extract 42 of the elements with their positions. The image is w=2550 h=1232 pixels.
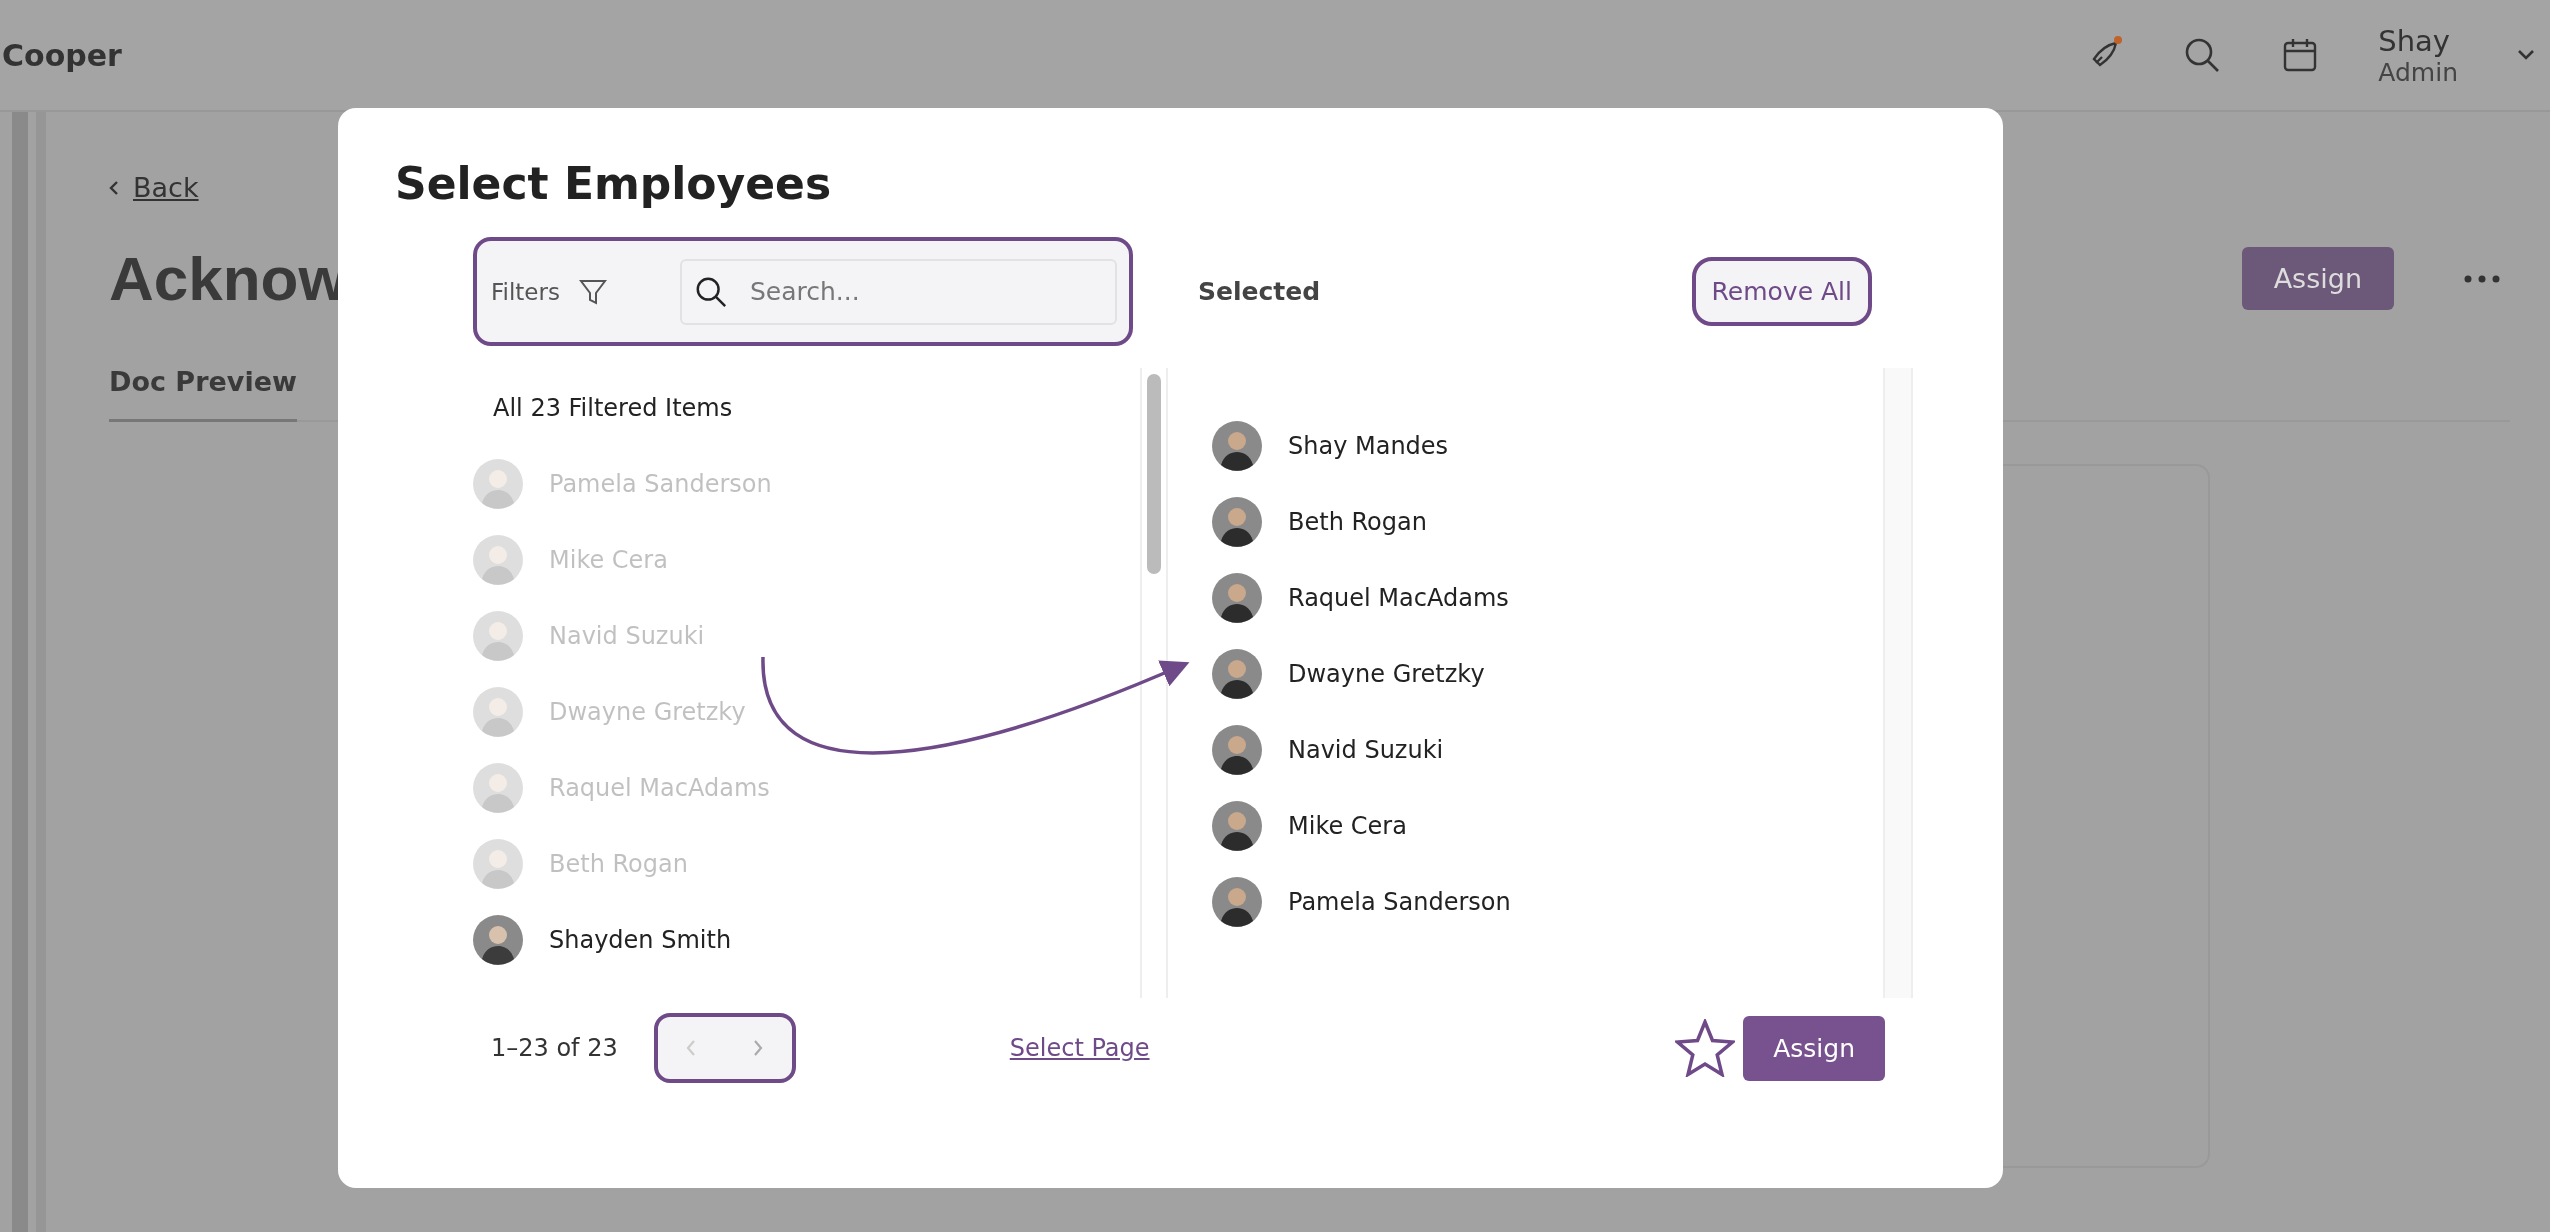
page-range: 1–23 of 23: [490, 1034, 618, 1062]
remove-all-button[interactable]: Remove All: [1691, 257, 1872, 326]
avatar-icon: [473, 611, 523, 661]
employee-name[interactable]: Mike Cera: [1288, 812, 1407, 840]
avatar-icon: [1212, 573, 1262, 623]
tab[interactable]: Doc Preview: [109, 366, 297, 422]
brand-name: Cooper: [1, 37, 122, 73]
assign-button[interactable]: Assign: [1743, 1015, 1885, 1081]
modal-title: Select Employees: [395, 158, 833, 209]
chevron-left-icon: [109, 179, 119, 196]
avatar-icon: [473, 839, 523, 889]
avatar-icon: [473, 763, 523, 813]
page-title: Acknow: [109, 243, 347, 314]
more-icon[interactable]: [2464, 274, 2500, 283]
avatar-icon: [1212, 497, 1262, 547]
filters-label[interactable]: Filters: [491, 278, 560, 305]
user-name[interactable]: Shay: [2378, 23, 2458, 58]
search-field[interactable]: Search...: [679, 258, 1117, 325]
employee-name[interactable]: Raquel MacAdams: [1288, 584, 1509, 612]
employee-name[interactable]: Shayden Smith: [549, 926, 732, 954]
avatar-icon: [1212, 801, 1262, 851]
chevron-down-icon[interactable]: [2516, 48, 2536, 62]
list-heading: All 23 Filtered Items: [492, 393, 734, 424]
avatar-icon: [473, 915, 523, 965]
avatar-icon: [1212, 421, 1262, 471]
star-icon: [1675, 1019, 1736, 1077]
employee-name[interactable]: Shay Mandes: [1288, 432, 1449, 460]
employee-name[interactable]: Navid Suzuki: [1288, 736, 1444, 764]
avatar-icon: [473, 459, 523, 509]
avatar-icon: [1212, 649, 1262, 699]
avatar-icon: [1212, 877, 1262, 927]
select-page-link[interactable]: Select Page: [1009, 1034, 1150, 1062]
employee-name[interactable]: Beth Rogan: [1288, 508, 1427, 536]
user-role: Admin: [2378, 57, 2458, 87]
employee-name[interactable]: Pamela Sanderson: [1288, 888, 1511, 916]
avatar-icon: [1212, 725, 1262, 775]
avatar-icon: [473, 535, 523, 585]
back-link[interactable]: Back: [133, 172, 199, 203]
avatar-icon: [473, 687, 523, 737]
assign-button[interactable]: Assign: [2241, 247, 2394, 310]
selected-heading: Selected: [1198, 277, 1321, 306]
employee-name[interactable]: Dwayne Gretzky: [1288, 660, 1485, 688]
